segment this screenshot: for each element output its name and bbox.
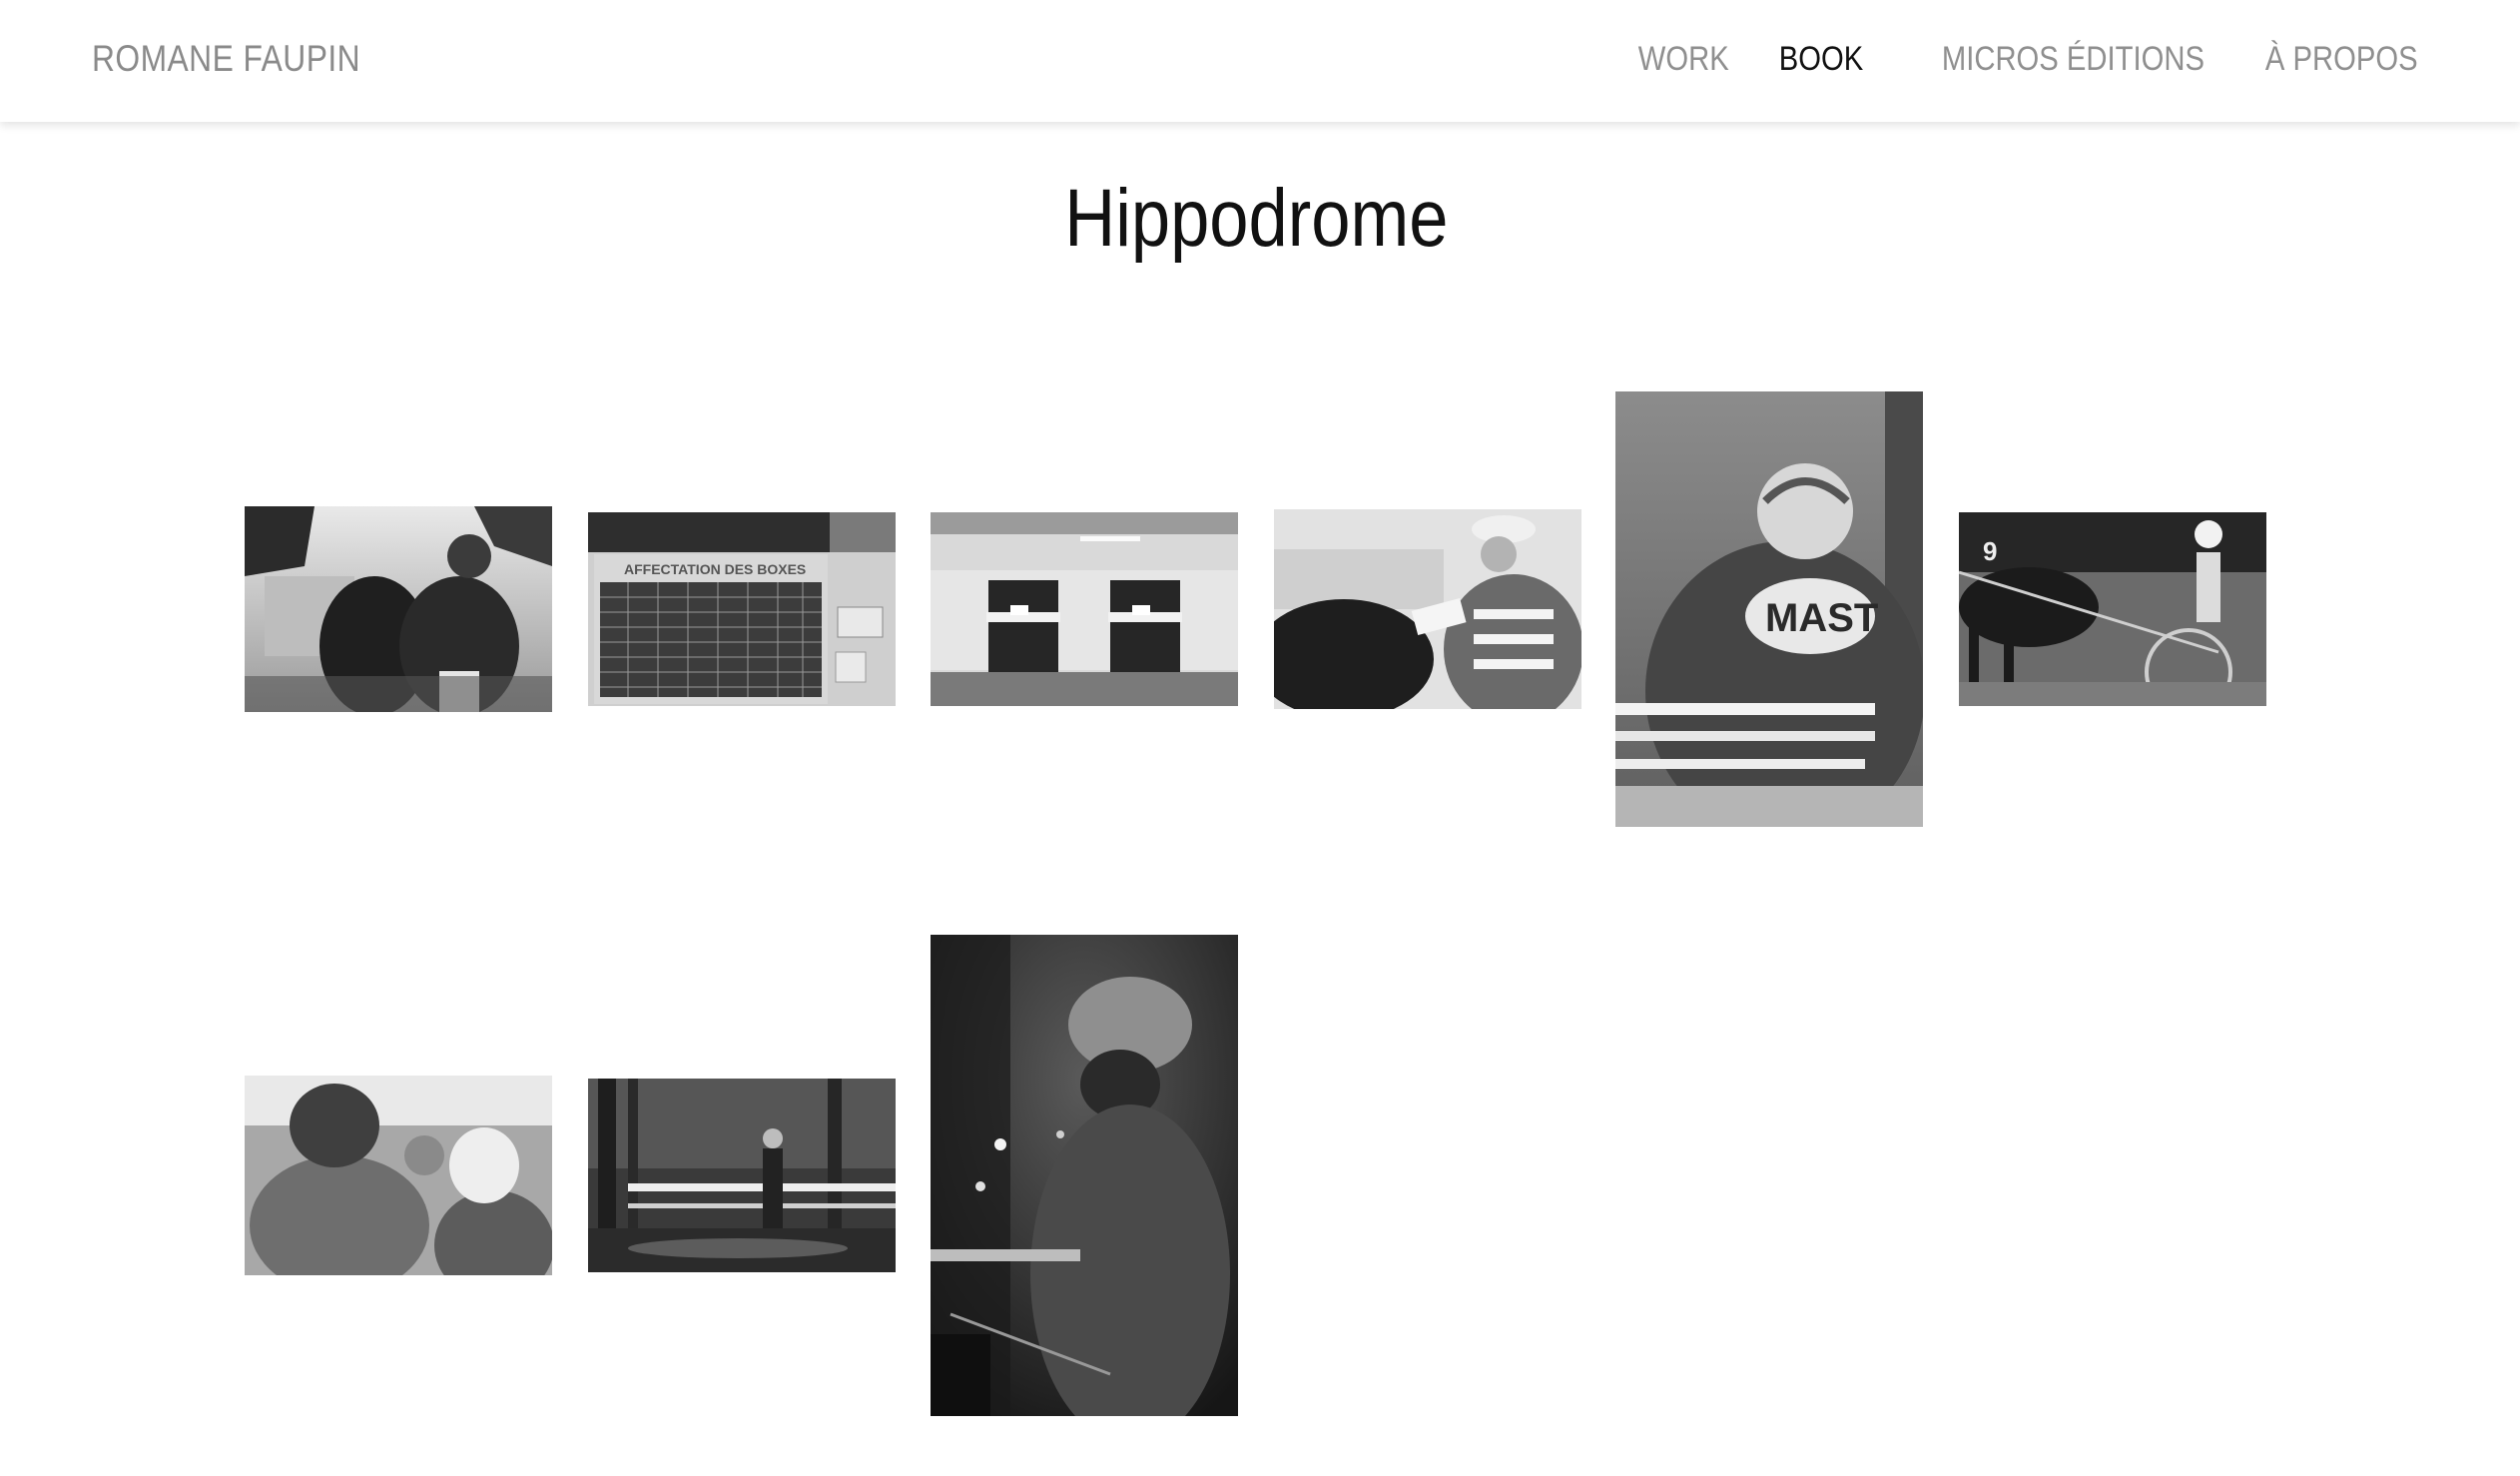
gallery-photo-crowd[interactable] [245,1076,552,1275]
svg-text:MAST: MAST [1765,596,1878,640]
site-title[interactable]: ROMANE FAUPIN [92,38,360,80]
gallery-photo-horse-handler[interactable] [245,506,552,712]
svg-text:9: 9 [1983,536,1997,566]
nav-link-work[interactable]: WORK [1638,40,1729,79]
gallery-photo-stable-doors[interactable] [931,512,1238,706]
nav-link-micros-editions[interactable]: MICROS ÉDITIONS [1942,40,2205,79]
gallery-photo-boxes-board[interactable]: AFFECTATION DES BOXES [588,512,896,706]
gallery-photo-rainy-paddock[interactable] [588,1079,896,1272]
nav-link-a-propos[interactable]: À PROPOS [2265,40,2418,79]
gallery-photo-driver-mast-jacket[interactable]: MAST [1615,391,1923,827]
gallery-photo-driver-with-program[interactable] [1274,509,1581,709]
gallery-photo-sulky-driver[interactable]: 9 [1959,512,2266,706]
svg-text:AFFECTATION DES BOXES: AFFECTATION DES BOXES [624,561,806,577]
site-header: ROMANE FAUPIN WORK BOOK MICROS ÉDITIONS … [0,0,2520,122]
main-nav: WORK BOOK MICROS ÉDITIONS À PROPOS [1623,40,2418,79]
gallery-photo-jockey-night-portrait[interactable] [931,935,1238,1416]
page-title: Hippodrome [1063,173,1449,264]
nav-link-book[interactable]: BOOK [1779,40,1863,79]
